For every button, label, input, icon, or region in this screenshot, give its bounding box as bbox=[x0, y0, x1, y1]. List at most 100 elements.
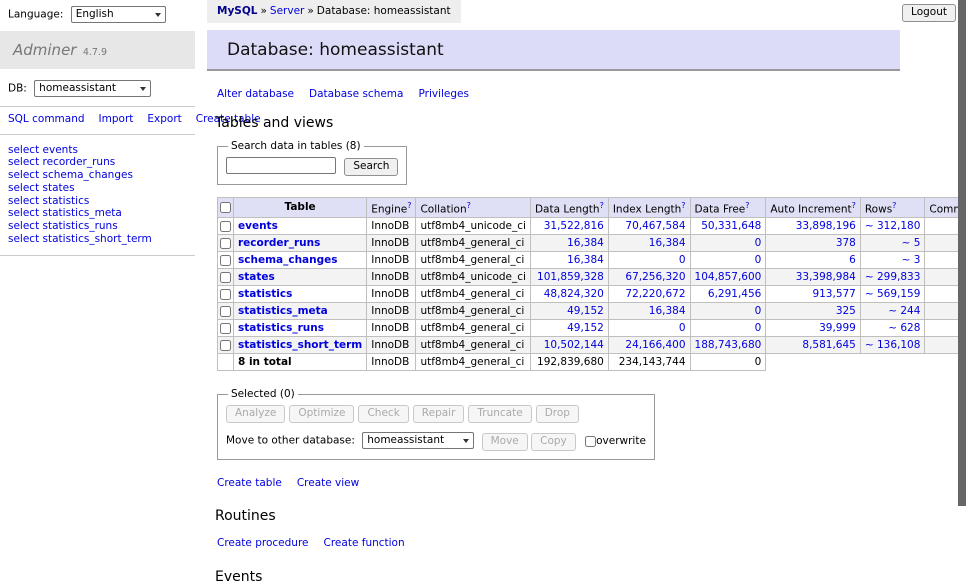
row-checkbox[interactable] bbox=[220, 323, 231, 334]
table-name-link[interactable]: statistics_short_term bbox=[238, 339, 362, 351]
sidebar-item-select-events[interactable]: select events bbox=[8, 144, 187, 157]
auto-increment-cell-link[interactable]: 8,581,645 bbox=[802, 339, 855, 351]
help-icon[interactable]: ? bbox=[600, 201, 604, 210]
rows-cell-link[interactable]: ~ 569,159 bbox=[865, 288, 921, 300]
index-length-cell-link[interactable]: 24,166,400 bbox=[625, 339, 685, 351]
sidebar-item-select-states[interactable]: select states bbox=[8, 182, 187, 195]
index-length-cell-link[interactable]: 70,467,584 bbox=[625, 220, 685, 232]
data-length-cell-link[interactable]: 10,502,144 bbox=[544, 339, 604, 351]
rows-cell-link[interactable]: ~ 244 bbox=[888, 305, 920, 317]
data-length-cell-link[interactable]: 16,384 bbox=[567, 254, 604, 266]
row-checkbox[interactable] bbox=[220, 255, 231, 266]
auto-increment-cell-link[interactable]: 33,398,984 bbox=[796, 271, 856, 283]
table-name-link[interactable]: states bbox=[238, 271, 275, 283]
breadcrumb-mysql-link[interactable]: MySQL bbox=[217, 5, 257, 17]
language-select[interactable]: English bbox=[71, 6, 166, 23]
logout-button[interactable]: Logout bbox=[902, 4, 956, 22]
table-name-link[interactable]: statistics bbox=[238, 288, 292, 300]
sidebar-item-select-statistics-meta[interactable]: select statistics_meta bbox=[8, 207, 187, 220]
rows-cell-link[interactable]: ~ 299,833 bbox=[865, 271, 921, 283]
auto-increment-cell-link[interactable]: 325 bbox=[836, 305, 856, 317]
index-length-cell-link[interactable]: 67,256,320 bbox=[625, 271, 685, 283]
row-checkbox[interactable] bbox=[220, 221, 231, 232]
help-icon[interactable]: ? bbox=[892, 201, 896, 210]
help-icon[interactable]: ? bbox=[852, 201, 856, 210]
row-checkbox[interactable] bbox=[220, 272, 231, 283]
index-length-cell-link[interactable]: 72,220,672 bbox=[625, 288, 685, 300]
data-free-cell-link[interactable]: 0 bbox=[755, 322, 762, 334]
index-length-cell-link[interactable]: 16,384 bbox=[649, 237, 686, 249]
table-row: statisticsInnoDButf8mb4_general_ci48,824… bbox=[218, 286, 966, 303]
rows-cell-link[interactable]: ~ 3 bbox=[902, 254, 921, 266]
auto-increment-cell-link[interactable]: 39,999 bbox=[819, 322, 856, 334]
index-length-cell: 24,166,400 bbox=[608, 337, 690, 354]
data-free-cell-link[interactable]: 6,291,456 bbox=[708, 288, 761, 300]
data-length-cell-link[interactable]: 49,152 bbox=[567, 322, 604, 334]
db-link-database-schema[interactable]: Database schema bbox=[309, 88, 403, 100]
rows-cell-link[interactable]: ~ 312,180 bbox=[865, 220, 921, 232]
help-icon[interactable]: ? bbox=[745, 201, 749, 210]
overwrite-checkbox[interactable] bbox=[585, 436, 596, 447]
column-header-label: Data Free bbox=[695, 203, 746, 215]
index-length-cell-link[interactable]: 16,384 bbox=[649, 305, 686, 317]
data-length-cell-link[interactable]: 48,824,320 bbox=[544, 288, 604, 300]
move-database-select[interactable]: homeassistant bbox=[362, 432, 474, 449]
rows-cell-link[interactable]: ~ 136,108 bbox=[865, 339, 921, 351]
data-free-cell-link[interactable]: 104,857,600 bbox=[695, 271, 762, 283]
data-free-cell-link[interactable]: 0 bbox=[755, 305, 762, 317]
db-select[interactable]: homeassistant bbox=[34, 80, 151, 97]
collation-cell: utf8mb4_general_ci bbox=[416, 252, 530, 269]
table-row: schema_changesInnoDButf8mb4_general_ci16… bbox=[218, 252, 966, 269]
sidebar-item-select-schema-changes[interactable]: select schema_changes bbox=[8, 169, 187, 182]
row-checkbox[interactable] bbox=[220, 306, 231, 317]
data-length-cell-link[interactable]: 31,522,816 bbox=[544, 220, 604, 232]
db-link-alter-database[interactable]: Alter database bbox=[217, 88, 294, 100]
data-length-cell-link[interactable]: 49,152 bbox=[567, 305, 604, 317]
bottom-link-create-table[interactable]: Create table bbox=[217, 477, 282, 489]
table-name-link[interactable]: schema_changes bbox=[238, 254, 338, 266]
data-length-cell: 49,152 bbox=[530, 320, 608, 337]
rows-cell: ~ 136,108 bbox=[860, 337, 925, 354]
help-icon[interactable]: ? bbox=[681, 201, 685, 210]
sidebar-action-sql-command[interactable]: SQL command bbox=[8, 113, 85, 125]
sidebar-item-select-statistics[interactable]: select statistics bbox=[8, 195, 187, 208]
row-checkbox[interactable] bbox=[220, 289, 231, 300]
table-name-link[interactable]: events bbox=[238, 220, 278, 232]
db-selector-row: DB: homeassistant bbox=[0, 69, 195, 106]
table-name-link[interactable]: statistics_meta bbox=[238, 305, 328, 317]
sidebar-item-select-recorder-runs[interactable]: select recorder_runs bbox=[8, 156, 187, 169]
help-icon[interactable]: ? bbox=[407, 201, 411, 210]
data-free-cell-link[interactable]: 0 bbox=[755, 254, 762, 266]
data-free-cell-link[interactable]: 0 bbox=[755, 237, 762, 249]
db-link-privileges[interactable]: Privileges bbox=[418, 88, 469, 100]
help-icon[interactable]: ? bbox=[467, 201, 471, 210]
search-button[interactable]: Search bbox=[344, 158, 398, 176]
data-free-cell-link[interactable]: 50,331,648 bbox=[701, 220, 761, 232]
data-free-cell-link[interactable]: 188,743,680 bbox=[695, 339, 762, 351]
header-checkbox-cell bbox=[218, 197, 234, 218]
search-input[interactable] bbox=[226, 157, 336, 174]
select-all-checkbox[interactable] bbox=[220, 202, 231, 213]
scrollbar-thumb[interactable] bbox=[958, 0, 966, 506]
auto-increment-cell-link[interactable]: 378 bbox=[836, 237, 856, 249]
index-length-cell-link[interactable]: 0 bbox=[679, 322, 686, 334]
index-length-cell-link[interactable]: 0 bbox=[679, 254, 686, 266]
breadcrumb-server-link[interactable]: Server bbox=[270, 5, 304, 17]
rows-cell: ~ 628 bbox=[860, 320, 925, 337]
auto-increment-cell-link[interactable]: 6 bbox=[849, 254, 856, 266]
row-checkbox[interactable] bbox=[220, 238, 231, 249]
table-name-link[interactable]: statistics_runs bbox=[238, 322, 324, 334]
table-name-link[interactable]: recorder_runs bbox=[238, 237, 320, 249]
row-checkbox[interactable] bbox=[220, 340, 231, 351]
sidebar-action-export[interactable]: Export bbox=[147, 113, 181, 125]
sidebar-action-import[interactable]: Import bbox=[99, 113, 134, 125]
rows-cell-link[interactable]: ~ 5 bbox=[902, 237, 921, 249]
sidebar-item-select-statistics-short-term[interactable]: select statistics_short_term bbox=[8, 233, 187, 246]
rows-cell-link[interactable]: ~ 628 bbox=[888, 322, 920, 334]
bottom-link-create-view[interactable]: Create view bbox=[297, 477, 359, 489]
data-length-cell-link[interactable]: 101,859,328 bbox=[537, 271, 604, 283]
data-length-cell-link[interactable]: 16,384 bbox=[567, 237, 604, 249]
auto-increment-cell-link[interactable]: 33,898,196 bbox=[796, 220, 856, 232]
auto-increment-cell-link[interactable]: 913,577 bbox=[812, 288, 855, 300]
sidebar-item-select-statistics-runs[interactable]: select statistics_runs bbox=[8, 220, 187, 233]
